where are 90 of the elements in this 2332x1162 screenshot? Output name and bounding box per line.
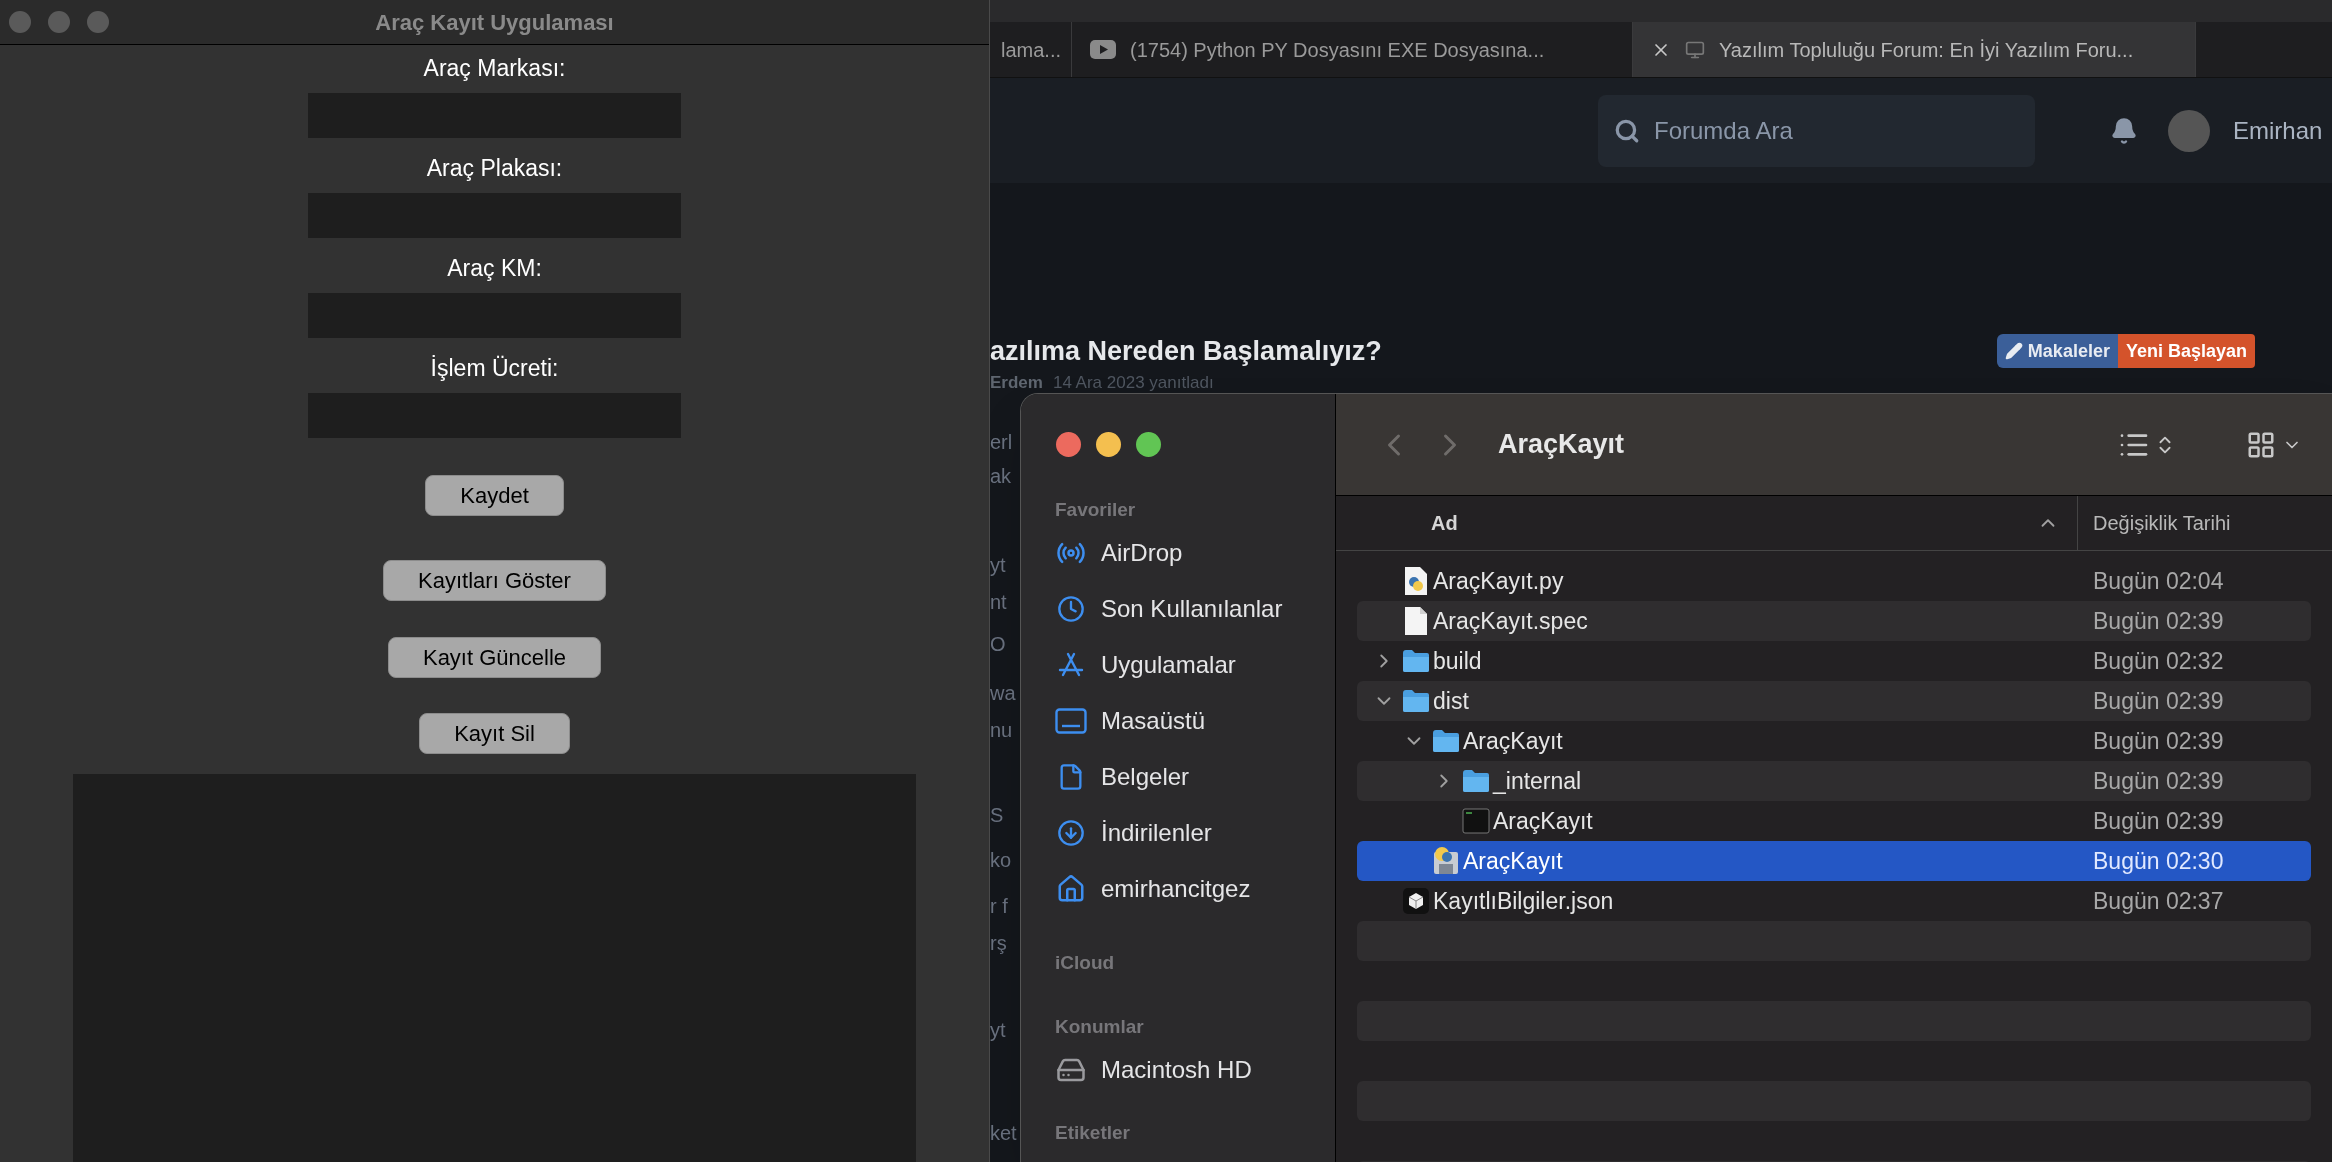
file-row[interactable]: dist Bugün 02:39 [1357, 681, 2311, 721]
file-row[interactable]: AraçKayıt.py Bugün 02:04 [1357, 561, 2311, 601]
desktop-icon [1055, 708, 1087, 734]
category-tag[interactable]: Yeni Başlayan [2117, 334, 2255, 369]
terminal-icon [1462, 808, 1490, 834]
apps-icon [1057, 651, 1085, 679]
sidebar-heading: iCloud [1054, 950, 1116, 975]
search-field[interactable]: Forumda Ara [1598, 94, 2035, 167]
cube-file-icon [1403, 888, 1429, 914]
file-name: build [1433, 646, 1482, 676]
post-meta: 14 Ara 2023 yanıtladı [1052, 373, 1214, 392]
home-icon [1056, 874, 1086, 904]
sidebar-heading: Favoriler [1054, 497, 1137, 522]
cut-text: rş [990, 931, 1007, 955]
file-name: dist [1433, 686, 1469, 716]
file-row[interactable]: AraçKayıt Bugün 02:39 [1357, 801, 2311, 841]
cut-text: nu [990, 718, 1013, 742]
cut-text: r f [990, 894, 1008, 918]
pencil-icon [2004, 342, 2023, 361]
cut-text: yt [990, 553, 1006, 577]
modified-date: Bugün 02:39 [2093, 606, 2224, 636]
action-button[interactable]: Kayıtları Göster [383, 560, 606, 601]
category-tag[interactable]: Makaleler [1996, 334, 2118, 369]
folder-icon [1402, 649, 1430, 673]
modified-date: Bugün 02:39 [2093, 686, 2224, 716]
search-icon [1614, 117, 1640, 144]
field-label: İşlem Ücreti: [430, 355, 559, 382]
field-label: Araç KM: [447, 255, 542, 282]
sidebar-item[interactable]: Macintosh HD [1021, 1042, 1335, 1098]
cut-text: yt [990, 1018, 1006, 1042]
action-button[interactable]: Kayıt Güncelle [387, 637, 602, 678]
column-header[interactable]: Ad [1336, 496, 2078, 550]
file-row[interactable]: AraçKayıt Bugün 02:39 [1357, 721, 2311, 761]
user-name[interactable]: Emirhan [2233, 112, 2323, 149]
document-icon [1404, 606, 1428, 636]
notification-bell-icon[interactable] [2110, 116, 2138, 145]
file-row[interactable]: KayıtlıBilgiler.json Bugün 02:37 [1357, 881, 2311, 921]
modified-date: Bugün 02:04 [2093, 566, 2224, 596]
file-name: AraçKayıt.py [1433, 566, 1564, 596]
file-row[interactable]: AraçKayıt Bugün 02:30 [1357, 841, 2311, 881]
folder-icon [1432, 729, 1460, 753]
window-title: Araç Kayıt Uygulaması [375, 8, 614, 37]
sidebar-heading: Konumlar [1054, 1014, 1145, 1039]
action-button[interactable]: Kaydet [425, 475, 564, 516]
cut-text: O [990, 632, 1006, 656]
file-name: AraçKayıt [1463, 846, 1563, 876]
sidebar-item[interactable]: Uygulamalar [1021, 637, 1335, 693]
cut-text: erl [990, 430, 1013, 454]
sidebar-item[interactable]: AirDrop [1021, 525, 1335, 581]
modified-date: Bugün 02:32 [2093, 646, 2224, 676]
clock-icon [1057, 595, 1085, 623]
cut-text: S [990, 803, 1004, 827]
file-row[interactable]: build Bugün 02:32 [1357, 641, 2311, 681]
sidebar-item[interactable]: Belgeler [1021, 749, 1335, 805]
cut-text: nt [990, 590, 1007, 614]
cut-text: ak [990, 464, 1012, 488]
action-button[interactable]: Kayıt Sil [419, 713, 570, 754]
download-icon [1057, 819, 1085, 847]
file-name: KayıtlıBilgiler.json [1433, 886, 1614, 916]
monitor-icon [1685, 39, 1705, 60]
file-name: AraçKayıt [1463, 726, 1563, 756]
post-title[interactable]: azılıma Nereden Başlamalıyız? [990, 331, 1382, 372]
play-icon [1090, 40, 1116, 59]
folder-title: AraçKayıt [1498, 428, 1625, 462]
modified-date: Bugün 02:39 [2093, 806, 2224, 836]
cut-text: ko [990, 848, 1012, 872]
file-row[interactable]: _internal Bugün 02:39 [1357, 761, 2311, 801]
sidebar-item[interactable]: Son Kullanılanlar [1021, 581, 1335, 637]
cut-text: ket [990, 1121, 1017, 1145]
file-name: AraçKayıt.spec [1433, 606, 1588, 636]
browser-tab[interactable]: Yazılım Topluluğu Forum: En İyi Yazılım Foru... [1633, 22, 2196, 77]
column-header[interactable]: Değişiklik Tarihi [2078, 508, 2231, 538]
folder-icon [1402, 689, 1430, 713]
floppy-app-icon [1431, 846, 1461, 876]
field-label: Araç Plakası: [426, 155, 563, 182]
sidebar-heading: Etiketler [1054, 1120, 1131, 1145]
file-row[interactable]: AraçKayıt.spec Bugün 02:39 [1357, 601, 2311, 641]
modified-date: Bugün 02:30 [2093, 846, 2224, 876]
python-file-icon [1404, 566, 1428, 596]
field-label: Araç Markası: [423, 55, 566, 82]
cut-text: wa [990, 681, 1016, 705]
sidebar-item[interactable]: Masaüstü [1021, 693, 1335, 749]
folder-icon [1462, 769, 1490, 793]
file-name: AraçKayıt [1493, 806, 1593, 836]
file-name: _internal [1493, 766, 1582, 796]
modified-date: Bugün 02:39 [2093, 766, 2224, 796]
modified-date: Bugün 02:37 [2093, 886, 2224, 916]
sidebar-item[interactable]: İndirilenler [1021, 805, 1335, 861]
sidebar-item[interactable]: emirhancitgez [1021, 861, 1335, 917]
modified-date: Bugün 02:39 [2093, 726, 2224, 756]
